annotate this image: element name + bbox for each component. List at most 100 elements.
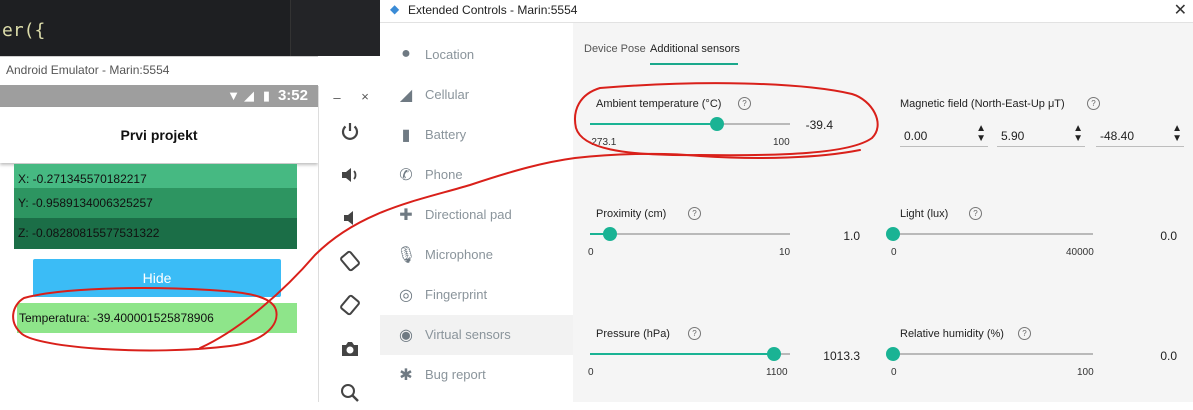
- zoom-icon[interactable]: [319, 382, 381, 410]
- light-slider[interactable]: [886, 227, 1093, 241]
- phone-icon: ✆: [399, 167, 413, 184]
- signal-icon: ◢: [399, 87, 413, 104]
- proximity-value: 1.0: [843, 229, 860, 243]
- proximity-min-label: 0: [588, 247, 594, 258]
- tab-additional-sensors[interactable]: Additional sensors: [650, 43, 740, 55]
- rotate-right-icon[interactable]: [319, 294, 381, 322]
- slider-thumb[interactable]: [603, 227, 617, 241]
- emulator-logo-icon: ◆: [390, 2, 400, 16]
- emulator-window: Android Emulator - Marin:5554 ▼ ◢ ▮ 3:52…: [0, 56, 318, 403]
- sidebar-item-phone[interactable]: ✆ Phone: [380, 155, 573, 195]
- light-max-label: 40000: [1066, 247, 1094, 258]
- minimize-button[interactable]: –: [327, 90, 347, 105]
- app-bar: Prvi projekt: [0, 107, 318, 163]
- proximity-max-label: 10: [779, 247, 791, 258]
- extended-controls-title: Extended Controls - Marin:5554: [408, 3, 578, 17]
- sidebar-item-battery[interactable]: ▮ Battery: [380, 115, 573, 155]
- humidity-max-label: 100: [1077, 367, 1094, 378]
- location-pin-icon: ●: [401, 45, 411, 62]
- magnetic-x-field[interactable]: 0.00 ▲ ▼: [900, 124, 988, 147]
- signal-icon: ◢: [244, 88, 254, 103]
- sidebar-item-location[interactable]: ● Location: [380, 35, 573, 75]
- hide-button[interactable]: Hide: [33, 259, 281, 297]
- sidebar-item-microphone[interactable]: 🎙︎ Microphone: [380, 235, 573, 275]
- slider-thumb[interactable]: [767, 347, 782, 361]
- pressure-label: Pressure (hPa): [596, 328, 670, 340]
- help-icon[interactable]: ?: [688, 327, 701, 340]
- sidebar-item-label: Directional pad: [425, 207, 512, 222]
- humidity-label: Relative humidity (%): [900, 328, 1004, 340]
- fingerprint-icon: ◎: [399, 287, 413, 304]
- light-min-label: 0: [891, 247, 897, 258]
- sidebar-item-label: Bug report: [425, 367, 486, 382]
- status-time: 3:52: [277, 87, 308, 104]
- light-label: Light (lux): [900, 208, 949, 220]
- rotate-left-icon[interactable]: [319, 250, 381, 278]
- sidebar-item-bug-report[interactable]: ✱ Bug report: [380, 355, 573, 395]
- sidebar-item-fingerprint[interactable]: ◎ Fingerprint: [380, 275, 573, 315]
- sidebar-item-label: Phone: [425, 167, 463, 182]
- microphone-icon: 🎙︎: [396, 247, 417, 264]
- humidity-min-label: 0: [891, 367, 897, 378]
- power-icon[interactable]: [319, 120, 381, 148]
- proximity-slider[interactable]: [590, 227, 790, 241]
- stepper-icon[interactable]: ▲ ▼: [976, 124, 986, 144]
- slider-thumb[interactable]: [709, 117, 724, 131]
- humidity-slider[interactable]: [886, 347, 1093, 361]
- stepper-icon[interactable]: ▲ ▼: [1073, 124, 1083, 144]
- sidebar-item-directional-pad[interactable]: ✚ Directional pad: [380, 195, 573, 235]
- ambient-value: -39.4: [805, 118, 833, 132]
- ambient-temp-label: Ambient temperature (°C): [596, 98, 722, 110]
- sensors-panel: Device Pose Additional sensors Ambient t…: [573, 23, 1193, 402]
- app-title: Prvi projekt: [120, 127, 198, 143]
- magnetic-z-field[interactable]: -48.40 ▲ ▼: [1096, 124, 1184, 147]
- slider-thumb[interactable]: [886, 227, 900, 241]
- magnetic-y-field[interactable]: 5.90 ▲ ▼: [997, 124, 1085, 147]
- status-bar: ▼ ◢ ▮ 3:52: [0, 85, 318, 107]
- light-value: 0.0: [1160, 229, 1177, 243]
- help-icon[interactable]: ?: [1018, 327, 1031, 340]
- extended-controls-titlebar: ◆ Extended Controls - Marin:5554 ✕: [380, 0, 1193, 23]
- stepper-icon[interactable]: ▲ ▼: [1172, 124, 1182, 144]
- pressure-value: 1013.3: [823, 349, 860, 363]
- sidebar-item-label: Virtual sensors: [425, 327, 511, 342]
- active-tab-indicator: [650, 63, 738, 65]
- ambient-max-label: 100: [773, 137, 790, 148]
- emulator-title: Android Emulator - Marin:5554: [6, 63, 170, 77]
- camera-icon[interactable]: [319, 338, 381, 366]
- sidebar-item-cellular[interactable]: ◢ Cellular: [380, 75, 573, 115]
- help-icon[interactable]: ?: [1087, 97, 1100, 110]
- ambient-temp-slider[interactable]: [590, 117, 790, 131]
- volume-up-icon[interactable]: [319, 164, 381, 192]
- pressure-slider[interactable]: [590, 347, 790, 361]
- toolbar-close-button[interactable]: ×: [355, 89, 375, 104]
- sidebar-item-label: Fingerprint: [425, 287, 488, 302]
- help-icon[interactable]: ?: [738, 97, 751, 110]
- pressure-max-label: 1100: [766, 367, 788, 378]
- extended-sidebar: ● Location ◢ Cellular ▮ Battery ✆ Phone …: [380, 23, 573, 402]
- wifi-icon: ▼: [227, 88, 240, 103]
- sensors-icon: ◉: [399, 327, 413, 344]
- sidebar-item-virtual-sensors[interactable]: ◉ Virtual sensors: [380, 315, 573, 355]
- slider-thumb[interactable]: [886, 347, 900, 361]
- sidebar-item-label: Battery: [425, 127, 467, 142]
- code-snippet: er({: [2, 20, 46, 41]
- tab-device-pose[interactable]: Device Pose: [584, 43, 646, 55]
- slider-fill: [590, 123, 717, 125]
- volume-down-icon[interactable]: [319, 207, 381, 235]
- sidebar-item-label: Microphone: [425, 247, 493, 262]
- extended-close-button[interactable]: ✕: [1174, 0, 1187, 20]
- emulator-toolbar: – ×: [318, 86, 382, 402]
- help-icon[interactable]: ?: [969, 207, 982, 220]
- temperature-text: Temperatura: -39.400001525878906: [17, 303, 297, 333]
- sidebar-item-label: Location: [425, 47, 475, 62]
- slider-fill: [590, 353, 775, 355]
- humidity-value: 0.0: [1160, 349, 1177, 363]
- code-editor: er({: [0, 0, 318, 56]
- bug-icon: ✱: [399, 367, 413, 384]
- dpad-icon: ✚: [399, 207, 413, 224]
- battery-icon: ▮: [262, 88, 270, 103]
- help-icon[interactable]: ?: [688, 207, 701, 220]
- pressure-min-label: 0: [588, 367, 594, 378]
- sidebar-item-label: Cellular: [425, 87, 470, 102]
